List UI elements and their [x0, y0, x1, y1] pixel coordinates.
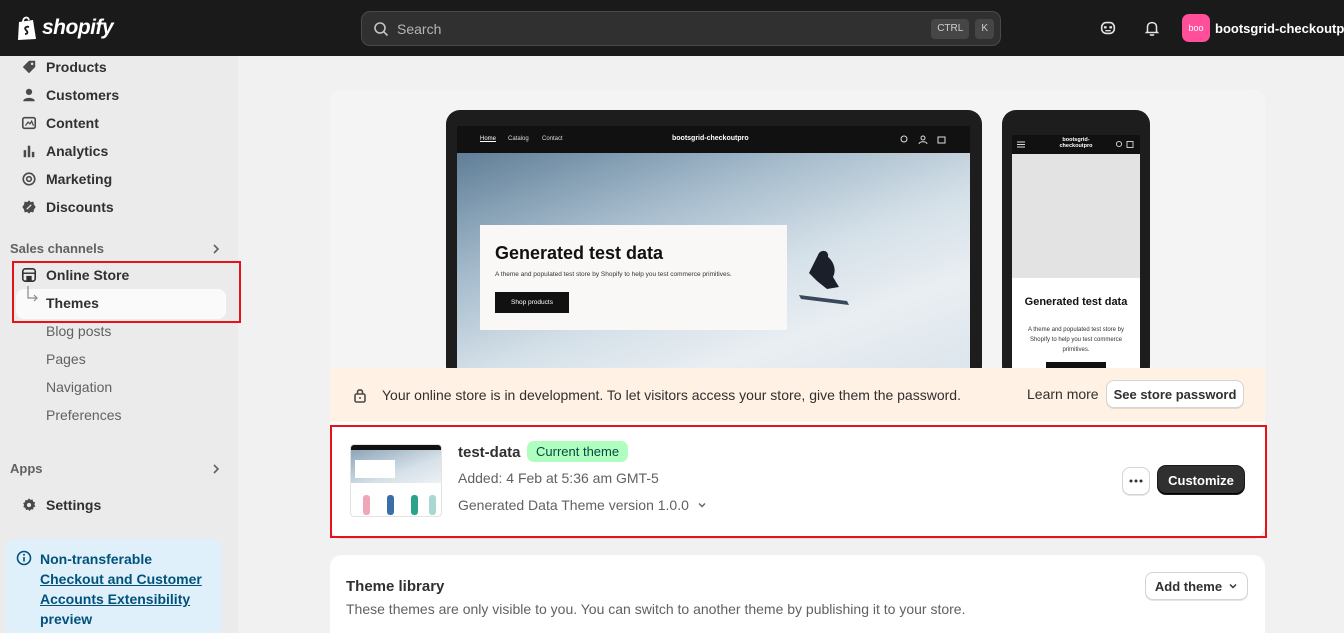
- notice-title: Non-transferable: [40, 551, 153, 567]
- add-theme-label: Add theme: [1154, 578, 1223, 594]
- sidebar-item-label: Marketing: [46, 171, 113, 187]
- store-avatar: boo: [1182, 14, 1210, 42]
- chevron-down-icon: [1229, 584, 1237, 589]
- shopify-logo[interactable]: shopify: [16, 14, 114, 42]
- notice-link[interactable]: Checkout and Customer Accounts Extensibi…: [40, 569, 212, 609]
- target-icon: [20, 170, 38, 188]
- sidebar-item-blog-posts[interactable]: Blog posts: [46, 323, 111, 339]
- theme-library-subtitle: These themes are only visible to you. Yo…: [346, 601, 966, 617]
- theme-library-card: Theme library These themes are only visi…: [330, 555, 1265, 633]
- store-name: bootsgrid-checkoutpro: [1215, 20, 1344, 36]
- development-message: Your online store is in development. To …: [382, 387, 961, 403]
- preview-nav-link: Catalog: [508, 136, 529, 142]
- notice-tail: preview: [40, 611, 93, 627]
- bell-icon[interactable]: [1141, 17, 1163, 39]
- sidebar-item-marketing[interactable]: Marketing: [8, 166, 230, 192]
- sidebar-item-preferences[interactable]: Preferences: [46, 407, 121, 423]
- search-bar[interactable]: Search CTRL K: [361, 11, 1001, 46]
- bar-chart-icon: [20, 142, 38, 160]
- preview-nav: Home Catalog Contact bootsgrid-checkoutp…: [457, 126, 970, 153]
- sidebar-item-label: Content: [46, 115, 99, 131]
- sidebar-item-content[interactable]: Content: [8, 110, 230, 136]
- gear-icon: [20, 496, 38, 514]
- sales-channels-label[interactable]: Sales channels: [10, 241, 104, 256]
- sidekick-icon[interactable]: [1097, 17, 1119, 39]
- sidebar-item-label: Customers: [46, 87, 120, 103]
- snowboarder-icon: [799, 250, 849, 305]
- discount-icon: [20, 198, 38, 216]
- sidebar-item-navigation[interactable]: Navigation: [46, 379, 112, 395]
- preview-hero-text: A theme and populated test store by Shop…: [495, 271, 732, 278]
- store-menu[interactable]: boo bootsgrid-checkoutpro: [1182, 14, 1344, 42]
- search-icon: [374, 21, 389, 36]
- menu-icon: [1017, 141, 1025, 148]
- preview-nav-icons: [900, 135, 946, 144]
- highlight-annotation: [330, 425, 1267, 538]
- chevron-right-icon[interactable]: [210, 463, 222, 475]
- theme-library-title: Theme library: [346, 578, 445, 595]
- preview-shop-button: Shop products: [495, 292, 569, 313]
- logo-text: shopify: [42, 16, 114, 39]
- phone-image-placeholder: [1012, 154, 1140, 278]
- preview-store-title: bootsgrid-checkoutpro: [672, 135, 749, 142]
- info-icon: [16, 550, 32, 566]
- development-banner: Your online store is in development. To …: [330, 368, 1265, 422]
- highlight-annotation: [12, 261, 241, 323]
- kbd-ctrl: CTRL: [931, 18, 970, 39]
- theme-preview[interactable]: Home Catalog Contact bootsgrid-checkoutp…: [330, 90, 1265, 368]
- preview-hero-box: Generated test data A theme and populate…: [480, 225, 787, 330]
- see-store-password-button[interactable]: See store password: [1106, 380, 1244, 408]
- chevron-right-icon[interactable]: [210, 243, 222, 255]
- phone-hero-heading: Generated test data: [1024, 296, 1128, 308]
- desktop-preview: Home Catalog Contact bootsgrid-checkoutp…: [446, 110, 982, 368]
- sidebar-item-label: Discounts: [46, 199, 114, 215]
- tag-icon: [20, 58, 38, 76]
- sidebar: Products Customers Content Analytics Mar…: [0, 54, 241, 633]
- apps-label[interactable]: Apps: [10, 461, 43, 476]
- sidebar-item-label: Products: [46, 59, 107, 75]
- content-icon: [20, 114, 38, 132]
- person-icon: [20, 86, 38, 104]
- preview-hero: Generated test data A theme and populate…: [457, 153, 970, 368]
- preview-nav-link: Home: [480, 136, 497, 142]
- kbd-k: K: [975, 18, 994, 39]
- sidebar-item-customers[interactable]: Customers: [8, 82, 230, 108]
- extensibility-notice: Non-transferable Checkout and Customer A…: [6, 539, 222, 633]
- mobile-preview: bootsgrid-checkoutpro Generated test dat…: [1002, 110, 1150, 368]
- top-bar: shopify Search CTRL K boo bootsgrid-chec…: [0, 0, 1344, 56]
- sidebar-item-discounts[interactable]: Discounts: [8, 194, 230, 220]
- preview-nav-link: Contact: [542, 136, 563, 142]
- shopify-bag-icon: [18, 16, 36, 40]
- phone-nav-icons: [1115, 140, 1134, 148]
- search-placeholder: Search: [397, 20, 442, 37]
- phone-store-title: bootsgrid-checkoutpro: [1059, 137, 1093, 149]
- lock-icon: [354, 389, 366, 403]
- sidebar-item-label: Settings: [46, 497, 102, 513]
- sidebar-item-settings[interactable]: Settings: [8, 492, 230, 518]
- add-theme-button[interactable]: Add theme: [1145, 572, 1248, 600]
- phone-hero-text: A theme and populated test store by Shop…: [1027, 327, 1125, 353]
- learn-more-link[interactable]: Learn more: [1027, 386, 1099, 402]
- preview-hero-heading: Generated test data: [495, 243, 664, 263]
- sidebar-item-analytics[interactable]: Analytics: [8, 138, 230, 164]
- sidebar-item-products[interactable]: Products: [8, 54, 230, 80]
- sidebar-item-pages[interactable]: Pages: [46, 351, 86, 367]
- sidebar-item-label: Analytics: [46, 143, 109, 159]
